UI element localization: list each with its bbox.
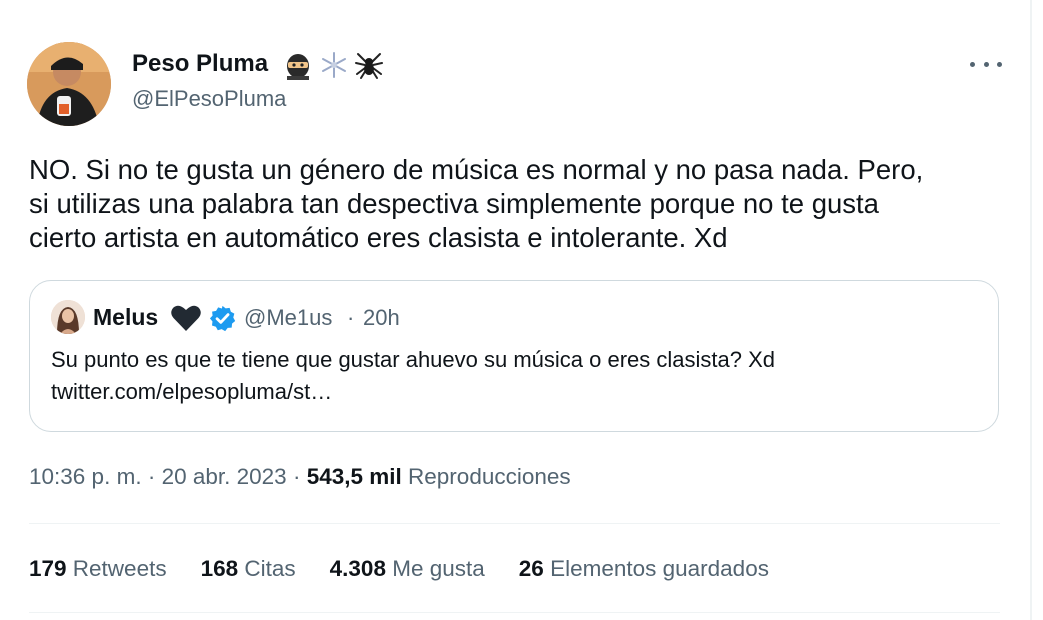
snowflake-icon	[320, 50, 348, 80]
retweets-stat[interactable]: 179 Retweets	[29, 556, 167, 582]
engagement-stats: 179 Retweets 168 Citas 4.308 Me gusta 26…	[29, 556, 803, 582]
quoted-author-name[interactable]: Melus	[93, 304, 158, 331]
tweet-text-line: si utilizas una palabra tan despectiva s…	[29, 188, 879, 219]
stat-number: 179	[29, 556, 67, 581]
quoted-text: Su punto es que te tiene que gustar ahue…	[51, 344, 981, 408]
quoted-link[interactable]: twitter.com/elpesopluma/st…	[51, 376, 981, 408]
author-name[interactable]: Peso Pluma	[132, 50, 268, 78]
tweet-time[interactable]: 10:36 p. m.	[29, 464, 142, 489]
stat-label: Me gusta	[385, 556, 485, 581]
quotes-stat[interactable]: 168 Citas	[201, 556, 296, 582]
ninja-icon	[284, 50, 312, 80]
quoted-tweet[interactable]: Melus @Me1us · 20h Su punto es que te ti…	[29, 280, 999, 432]
stat-number: 4.308	[329, 556, 386, 581]
bookmarks-stat[interactable]: 26 Elementos guardados	[519, 556, 769, 582]
separator-dot: ·	[286, 464, 307, 489]
stat-number: 26	[518, 556, 544, 581]
author-handle[interactable]: @ElPesoPluma	[132, 86, 286, 112]
separator-dot: ·	[141, 464, 162, 489]
views-label: Reproducciones	[401, 464, 571, 489]
dot	[983, 61, 989, 67]
dot	[970, 61, 975, 67]
black-heart-icon	[170, 304, 202, 332]
author-avatar[interactable]	[27, 42, 111, 126]
views-count: 543,5 mil	[306, 464, 402, 489]
tweet-card: Peso Pluma @ElPesoPluma NO. Si no te gus…	[0, 0, 1030, 620]
quoted-timestamp[interactable]: 20h	[363, 305, 400, 331]
more-options-icon[interactable]	[970, 52, 1002, 76]
verified-badge-icon	[208, 304, 237, 333]
quoted-author-handle[interactable]: @Me1us	[244, 305, 332, 331]
divider	[29, 612, 1000, 613]
stat-label: Citas	[238, 556, 296, 581]
spider-icon	[354, 50, 383, 80]
quoted-author-avatar[interactable]	[51, 300, 85, 334]
tweet-meta: 10:36 p. m. · 20 abr. 2023 · 543,5 mil R…	[29, 464, 571, 490]
stat-label: Elementos guardados	[543, 556, 769, 581]
stat-number: 168	[200, 556, 239, 581]
quoted-text-line: Su punto es que te tiene que gustar ahue…	[51, 347, 776, 372]
dot	[997, 61, 1002, 67]
likes-stat[interactable]: 4.308 Me gusta	[330, 556, 485, 582]
tweet-text: NO. Si no te gusta un género de música e…	[29, 153, 1004, 255]
column-border	[1030, 0, 1032, 620]
tweet-date[interactable]: 20 abr. 2023	[162, 464, 287, 489]
tweet-text-line: NO. Si no te gusta un género de música e…	[29, 154, 924, 185]
separator-dot: ·	[347, 305, 355, 330]
divider	[29, 523, 1000, 524]
stat-label: Retweets	[66, 556, 167, 581]
tweet-text-line: cierto artista en automático eres clasis…	[29, 222, 728, 253]
